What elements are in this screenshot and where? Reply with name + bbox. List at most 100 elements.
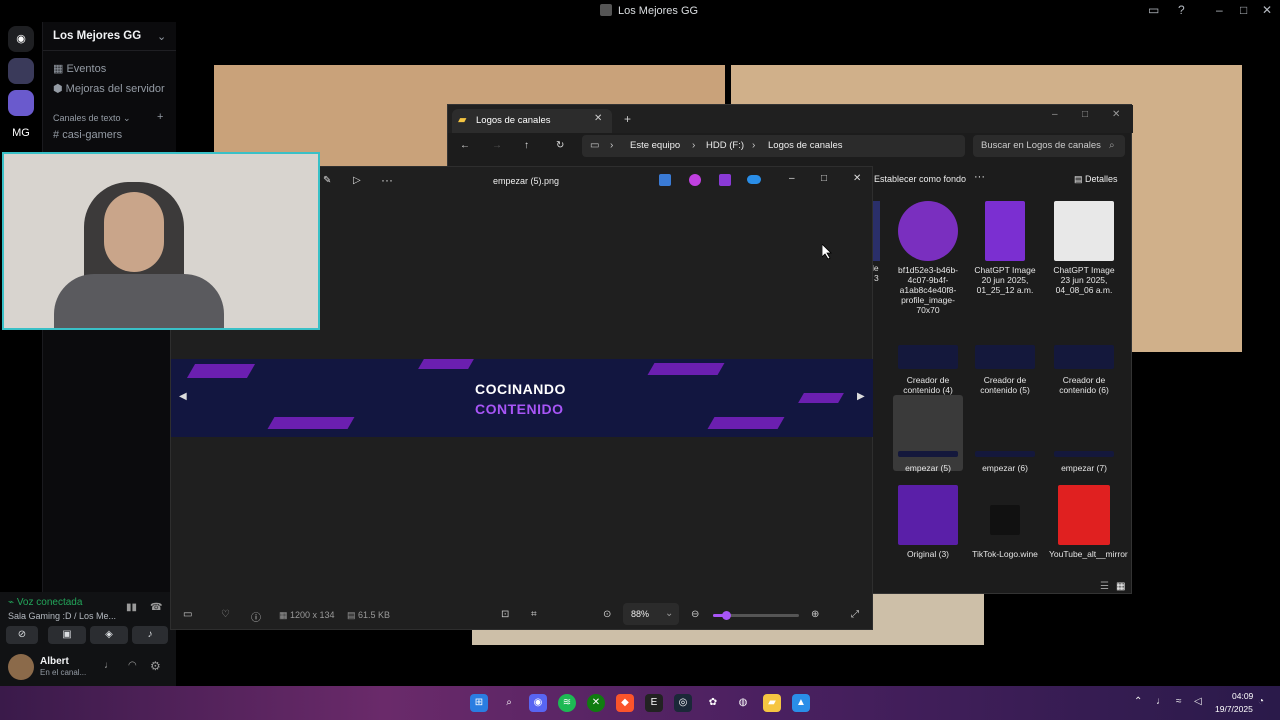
file-item[interactable]: empezar (7) (1049, 451, 1119, 473)
activity-button[interactable]: ◈ (90, 626, 128, 644)
signal-icon[interactable]: ▮▮ (126, 602, 137, 613)
screen-share-button[interactable]: ▣ (48, 626, 86, 644)
epic-games-icon[interactable]: E (645, 694, 663, 712)
file-item[interactable]: ChatGPT Image 23 jun 2025, 04_08_06 a.m. (1049, 201, 1119, 295)
breadcrumb-item[interactable]: Logos de canales (768, 140, 842, 151)
file-item[interactable]: Creador de contenido (5) (970, 345, 1040, 395)
details-button[interactable]: ▤ Detalles (1074, 174, 1118, 185)
zoom-slider[interactable] (713, 611, 799, 620)
spotify-icon[interactable]: ≋ (558, 694, 576, 712)
server-icon[interactable] (8, 90, 34, 116)
start-icon[interactable]: ⊞ (470, 694, 488, 712)
server-name[interactable]: Los Mejores GG (53, 30, 141, 42)
up-icon[interactable]: ↑ (524, 140, 529, 151)
xbox-icon[interactable]: ✕ (587, 694, 605, 712)
add-channel-icon[interactable]: + (157, 111, 163, 123)
file-item[interactable]: empezar (6) (970, 451, 1040, 473)
minimize-icon[interactable]: – (1052, 109, 1058, 120)
file-explorer-icon[interactable]: ▰ (763, 694, 781, 712)
camera-off-button[interactable]: ⊘ (6, 626, 38, 644)
info-icon[interactable]: ⓘ (251, 609, 261, 624)
more-icon[interactable]: ··· (974, 171, 985, 183)
refresh-icon[interactable]: ↻ (556, 140, 564, 151)
fit-icon[interactable]: ⊙ (603, 609, 611, 620)
headphones-icon[interactable]: ◠ (128, 660, 137, 671)
file-item[interactable]: ChatGPT Image 20 jun 2025, 01_25_12 a.m. (970, 201, 1040, 295)
minimize-icon[interactable]: – (1216, 3, 1223, 17)
zoom-slider-thumb[interactable] (721, 611, 731, 620)
zoom-select[interactable]: 88% ⌄ (623, 603, 679, 625)
file-item[interactable]: empezar (5) (893, 451, 963, 473)
clock-time[interactable]: 04:09 (1232, 691, 1253, 701)
slideshow-icon[interactable]: ▷ (353, 175, 361, 186)
brave-icon[interactable]: ◆ (616, 694, 634, 712)
back-icon[interactable]: ← (460, 140, 470, 151)
notification-icon[interactable]: ◔ (1258, 696, 1264, 707)
discord-icon[interactable]: ◉ (529, 694, 547, 712)
close-icon[interactable]: ✕ (853, 173, 861, 184)
microphone-icon[interactable]: ♩ (1156, 696, 1166, 707)
edit-icon[interactable]: ✎ (323, 175, 331, 186)
photos-icon[interactable]: ▲ (792, 694, 810, 712)
inbox-icon[interactable]: ▭ (1148, 3, 1159, 17)
chevron-down-icon[interactable]: ⌄ (157, 30, 166, 43)
file-item[interactable]: Original (3) (893, 485, 963, 559)
maximize-icon[interactable]: □ (1240, 3, 1247, 17)
events-item[interactable]: ▦ Eventos (53, 62, 106, 75)
maximize-icon[interactable]: □ (1082, 109, 1088, 120)
volume-icon[interactable]: ◁ (1194, 696, 1202, 707)
avatar[interactable] (8, 654, 34, 680)
forward-icon[interactable]: → (492, 140, 502, 151)
filmstrip-icon[interactable]: ▭ (183, 609, 192, 620)
zoom-in-icon[interactable]: ⊕ (811, 609, 819, 620)
app-shortcut-icon[interactable] (659, 174, 671, 186)
favorite-icon[interactable]: ♡ (221, 609, 230, 620)
server-icon[interactable] (8, 58, 34, 84)
maximize-icon[interactable]: □ (821, 173, 827, 184)
microphone-icon[interactable]: ♩ (104, 660, 114, 671)
close-icon[interactable]: ✕ (1112, 109, 1120, 120)
boosts-item[interactable]: ⬢ Mejoras del servidor (53, 82, 165, 95)
chevron-up-icon[interactable]: ⌃ (1134, 696, 1142, 707)
address-bar[interactable]: ▭ › Este equipo › HDD (F:) › Logos de ca… (582, 135, 965, 157)
search-input[interactable]: Buscar en Logos de canales ⌕ (973, 135, 1125, 157)
file-item[interactable]: bf1d52e3-b46b-4c07-9b4f-a1ab8c4e40f8-pro… (893, 201, 963, 315)
file-item[interactable]: Creador de contenido (4) (893, 345, 963, 395)
search-icon[interactable]: ⌕ (500, 694, 518, 712)
file-item[interactable]: TikTok-Logo.wine (970, 485, 1040, 559)
file-item[interactable]: Creador de contenido (6) (1049, 345, 1119, 395)
close-tab-icon[interactable]: ✕ (594, 113, 602, 124)
breadcrumb-item[interactable]: HDD (F:) (706, 140, 744, 151)
breadcrumb-item[interactable]: Este equipo (630, 140, 680, 151)
onedrive-icon[interactable] (747, 175, 761, 184)
close-icon[interactable]: ✕ (1262, 3, 1272, 17)
grid-view-icon[interactable]: ▦ (1116, 581, 1125, 592)
crop-icon[interactable]: ⊡ (501, 609, 509, 620)
clock-date[interactable]: 19/7/2025 (1215, 704, 1253, 714)
file-item[interactable]: YouTube_alt__mirror (1049, 485, 1128, 559)
disconnect-icon[interactable]: ☎ (150, 602, 162, 613)
minimize-icon[interactable]: – (789, 173, 795, 184)
set-background-button[interactable]: Establecer como fondo (874, 174, 966, 184)
help-icon[interactable]: ? (1178, 3, 1185, 17)
gear-icon[interactable]: ⚙ (150, 659, 161, 673)
soundboard-button[interactable]: ♪ (132, 626, 168, 644)
chatgpt-icon[interactable]: ✿ (704, 694, 722, 712)
previous-image-icon[interactable]: ◀ (179, 391, 187, 402)
voice-channel-name[interactable]: Sala Gaming :D / Los Me... (8, 611, 116, 621)
server-initials[interactable]: MG (8, 120, 34, 146)
app-shortcut-icon[interactable] (689, 174, 701, 186)
visual-search-icon[interactable]: ⌗ (531, 609, 537, 620)
app-shortcut-icon[interactable] (719, 174, 731, 186)
discord-home-icon[interactable]: ◉ (8, 26, 34, 52)
text-channels-header[interactable]: Canales de texto ⌄ (53, 113, 131, 124)
zoom-out-icon[interactable]: ⊖ (691, 609, 699, 620)
steam-icon[interactable]: ◎ (674, 694, 692, 712)
wifi-icon[interactable]: ≈ (1176, 696, 1182, 707)
new-tab-icon[interactable]: + (624, 112, 631, 126)
obs-icon[interactable]: ◍ (734, 694, 752, 712)
next-image-icon[interactable]: ▶ (857, 391, 865, 402)
sidebar-item-channel[interactable]: # casi-gamers (53, 129, 122, 141)
fullscreen-icon[interactable]: ⤢ (851, 609, 859, 620)
more-icon[interactable]: ··· (381, 173, 393, 187)
